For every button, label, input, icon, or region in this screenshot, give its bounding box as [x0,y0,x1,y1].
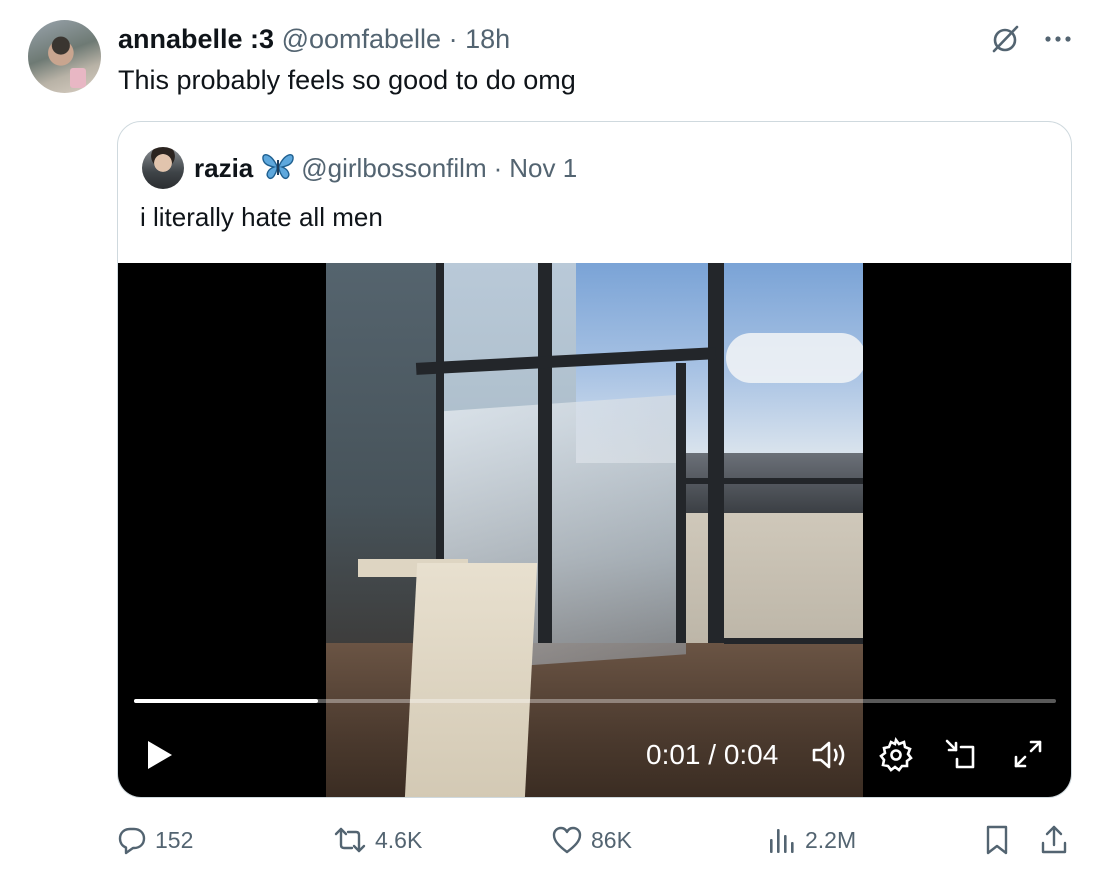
quoted-tweet-text: i literally hate all men [140,202,383,232]
views-chart-icon [770,829,794,853]
tweet-action-bar: 152 4.6K 86K 2.2M [117,818,1072,862]
more-options-icon[interactable] [1044,34,1072,44]
like-count: 86K [591,826,632,853]
views-count: 2.2M [805,826,857,853]
share-icon [1041,825,1067,854]
quoted-header-separator: · [493,152,503,183]
author-display-name[interactable]: annabelle :3 [118,24,274,54]
tweet-header: annabelle :3 @oomfabelle · 18h [118,22,510,56]
top-actions [988,22,1072,56]
grok-icon[interactable] [988,22,1022,56]
bookmark-button[interactable] [983,818,1019,862]
reply-count: 152 [155,826,194,853]
quoted-tweet-header: razia @girlbossonfilm · Nov 1 [142,146,577,190]
views-button[interactable]: 2.2M [767,818,856,862]
repost-count: 4.6K [375,826,423,853]
quoted-author-handle[interactable]: @girlbossonfilm [301,153,486,184]
picture-in-picture-icon[interactable] [943,737,979,778]
video-controls: 0:01 / 0:04 [118,733,1071,778]
author-handle[interactable]: @oomfabelle [282,24,442,54]
repost-icon [334,827,366,853]
bookmark-icon [986,825,1008,855]
reply-button[interactable]: 152 [117,818,193,862]
butterfly-icon [261,151,295,186]
settings-gear-icon[interactable] [878,737,914,778]
quoted-author-display-name[interactable]: razia [194,153,253,184]
video-time-readout: 0:01 / 0:04 [646,739,779,770]
author-avatar[interactable] [28,20,101,93]
tweet-text: This probably feels so good to do omg [118,65,576,95]
quoted-tweet-date[interactable]: Nov 1 [509,153,577,184]
repost-button[interactable]: 4.6K [333,818,422,862]
video-frame [326,263,863,797]
play-button[interactable] [142,737,176,778]
fullscreen-icon[interactable] [1011,737,1045,776]
video-progress-fill [134,699,319,703]
share-button[interactable] [1039,818,1077,862]
quoted-tweet-card[interactable]: razia @girlbossonfilm · Nov 1 i literall… [117,121,1072,798]
video-player[interactable]: 0:01 / 0:04 [118,263,1071,797]
reply-icon [118,827,146,855]
tweet-time[interactable]: 18h [465,24,510,54]
heart-icon [552,826,582,854]
like-button[interactable]: 86K [551,818,632,862]
quoted-author-avatar[interactable] [142,147,184,189]
header-separator: · [448,24,458,54]
video-progress-bar[interactable] [134,699,1056,703]
volume-icon[interactable] [810,737,850,778]
